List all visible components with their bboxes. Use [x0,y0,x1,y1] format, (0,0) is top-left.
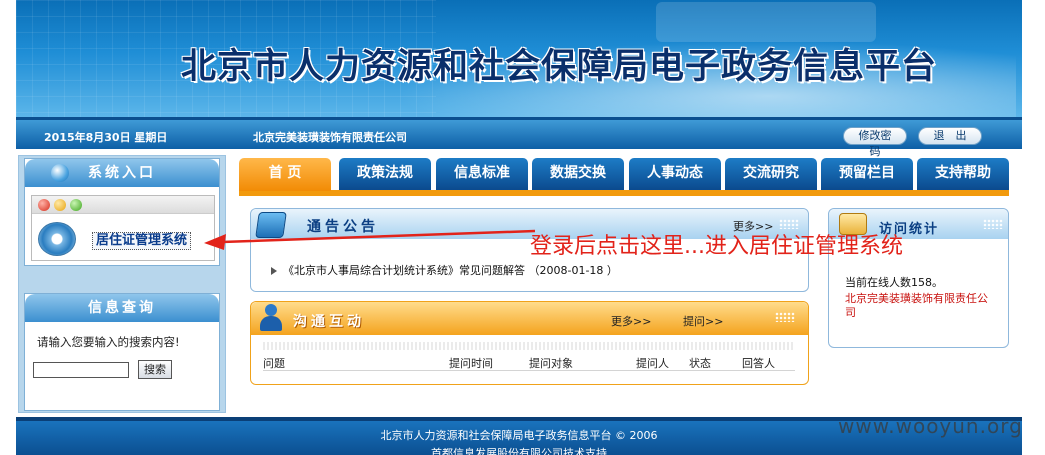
stats-company: 北京完美装璜装饰有限责任公司 [845,292,988,319]
disc-icon [38,222,76,256]
annotation-arrow-icon [204,229,535,250]
window-titlebar [32,196,214,214]
window-maximize-icon [70,199,82,211]
system-entry-header: 系统入口 [25,159,219,187]
tab-research[interactable]: 交流研究 [725,158,817,190]
tab-personnel-news[interactable]: 人事动态 [629,158,721,190]
residence-permit-system-link[interactable]: 居住证管理系统 [92,232,192,250]
site-title: 北京市人力资源和社会保障局电子政务信息平台 [181,47,938,87]
search-prompt: 请输入您要输入的搜索内容! [37,335,180,349]
tab-policies[interactable]: 政策法规 [339,158,431,190]
column-ask-target: 提问对象 [529,357,573,370]
system-entry-window: 居住证管理系统 [31,195,215,261]
banner-device-decoration [656,2,876,42]
change-password-button[interactable]: 修改密码 [843,127,907,158]
person-icon [259,304,283,332]
tab-info-standards[interactable]: 信息标准 [436,158,528,190]
stripe-decoration [263,342,795,350]
system-entry-panel: 系统入口 居住证管理系统 [24,158,220,266]
search-header: 信息查询 [25,294,219,322]
online-count: 当前在线人数158。 [845,276,943,289]
search-input[interactable] [33,362,129,378]
annotation-text: 登录后点击这里...进入居住证管理系统 [530,234,903,259]
logout-button[interactable]: 退 出 [918,127,982,145]
search-panel: 信息查询 请输入您要输入的搜索内容! 搜索 [24,293,220,411]
dots-decoration [775,312,795,322]
search-button[interactable]: 搜索 [138,360,172,379]
column-question: 问题 [263,357,285,370]
current-date: 2015年8月30日 星期日 [44,131,168,144]
bullet-arrow-icon [271,267,277,275]
tab-data-exchange[interactable]: 数据交换 [532,158,624,190]
window-minimize-icon [54,199,66,211]
footer-support: 首都信息发展股份有限公司技术支持 [431,447,607,455]
system-entry-title: 系统入口 [88,165,156,181]
tab-reserved[interactable]: 预留栏目 [821,158,913,190]
user-company: 北京完美装璜装饰有限责任公司 [253,131,407,144]
watermark: www.wooyun.org [838,414,1023,438]
interaction-title: 沟通互动 [293,314,365,330]
globe-icon [51,164,69,182]
tab-home[interactable]: 首 页 [239,158,331,191]
column-status: 状态 [689,357,711,370]
column-answerer: 回答人 [742,357,775,370]
column-asker: 提问人 [636,357,669,370]
interaction-more-link[interactable]: 更多>> [611,313,651,329]
interaction-table-header: 问题 提问时间 提问对象 提问人 状态 回答人 [263,355,795,371]
notice-item[interactable]: 《北京市人事局综合计划统计系统》常见问题解答 （2008-01-18 ） [271,262,618,278]
dots-decoration [983,219,1003,229]
interaction-ask-link[interactable]: 提问>> [683,313,723,329]
search-title: 信息查询 [88,300,156,316]
left-sidebar: 系统入口 居住证管理系统 信息查询 请输入您要输入的搜索内容! 搜索 [18,155,226,413]
info-bar: 2015年8月30日 星期日 北京完美装璜装饰有限责任公司 修改密码 退 出 [16,117,1022,158]
header-banner: 北京市人力资源和社会保障局电子政务信息平台 [16,0,1022,117]
column-ask-time: 提问时间 [449,357,493,370]
interaction-panel: 沟通互动 更多>> 提问>> 问题 提问时间 提问对象 提问人 状态 回答人 [250,301,809,385]
interaction-header: 沟通互动 更多>> 提问>> [251,302,808,335]
tab-help[interactable]: 支持帮助 [917,158,1009,190]
notice-item-text: 《北京市人事局综合计划统计系统》常见问题解答 （2008-01-18 ） [283,264,618,277]
window-close-icon [38,199,50,211]
main-nav: 首 页 政策法规 信息标准 数据交换 人事动态 交流研究 预留栏目 支持帮助 [239,158,1009,196]
